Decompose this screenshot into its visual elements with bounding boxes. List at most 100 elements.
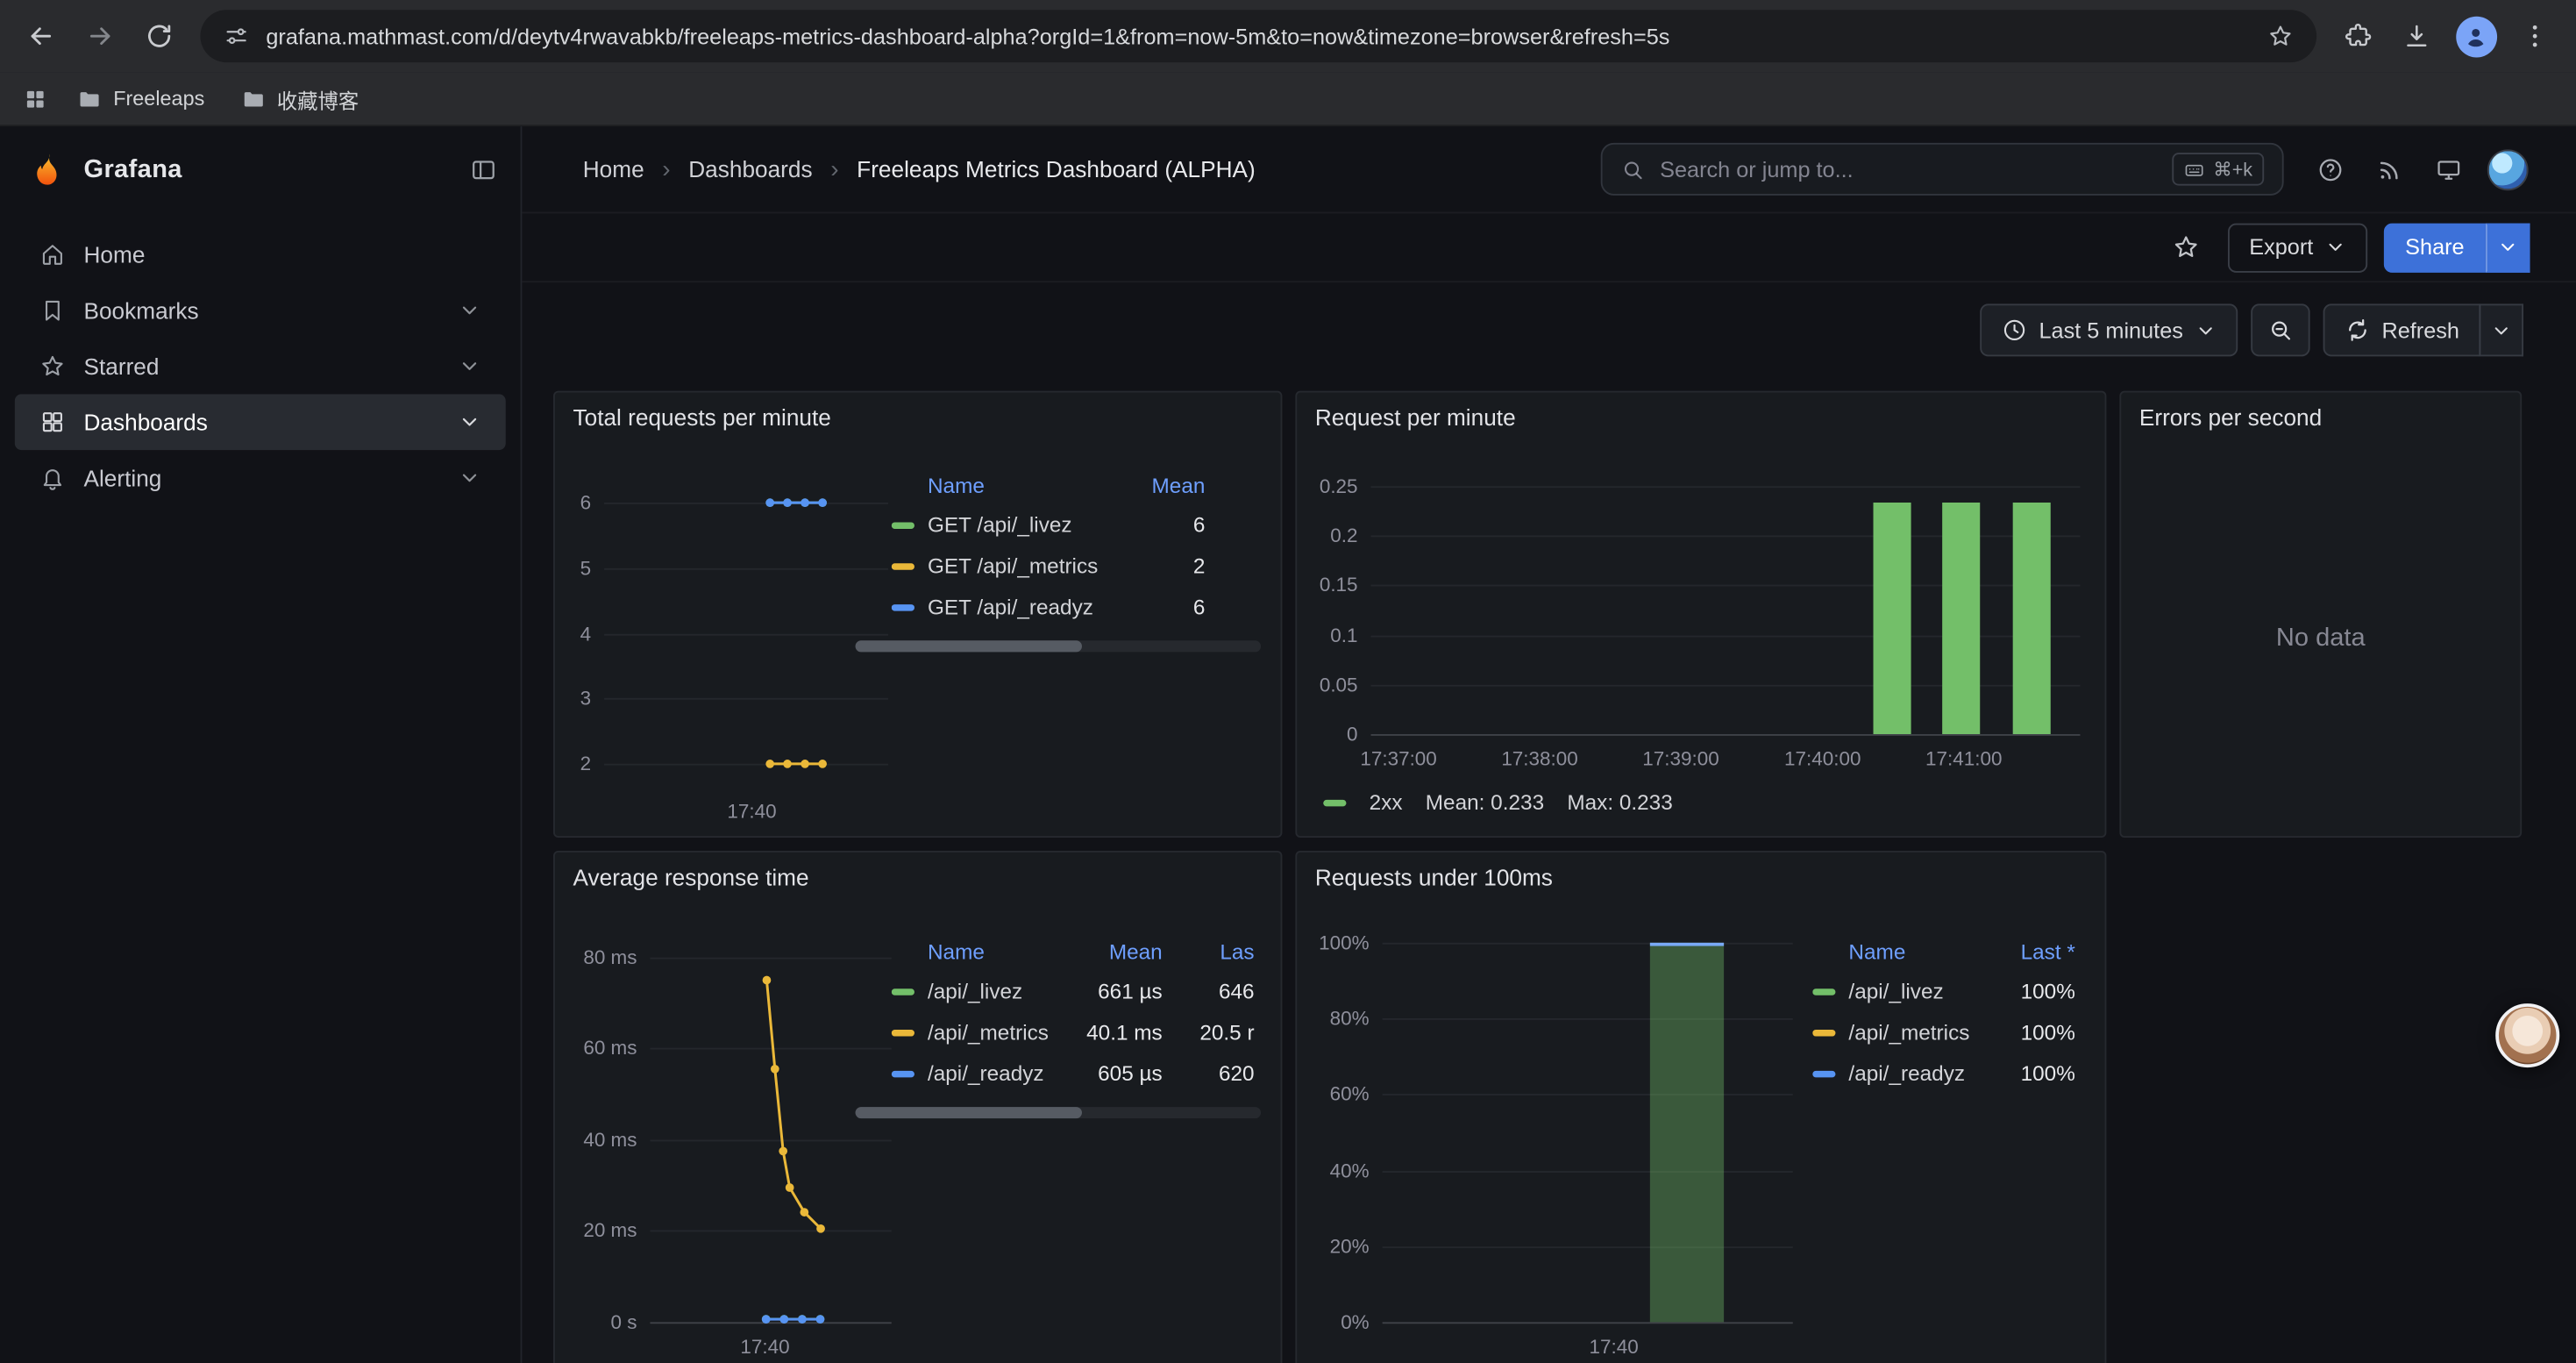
back-button[interactable]: [13, 8, 69, 64]
zoom-out-button[interactable]: [2251, 303, 2309, 356]
legend-series-name[interactable]: GET /api/_readyz: [892, 595, 1110, 619]
scrollbar-thumb[interactable]: [856, 1107, 1083, 1118]
legend-row[interactable]: /api/_metrics40.1 ms20.5 r: [892, 1011, 1255, 1053]
legend-max: Max: 0.233: [1567, 790, 1672, 815]
address-bar[interactable]: grafana.mathmast.com/d/deytv4rwavabkb/fr…: [200, 10, 2316, 62]
sidebar-toggle-icon[interactable]: [470, 156, 498, 184]
sidebar-item-dashboards[interactable]: Dashboards: [15, 394, 506, 450]
sidebar-item-alerting[interactable]: Alerting: [15, 450, 506, 506]
panel-title[interactable]: Total requests per minute: [573, 404, 1263, 431]
panel-title[interactable]: Request per minute: [1315, 404, 2087, 431]
x-axis-tick-label: 17:39:00: [1607, 747, 1755, 770]
legend-row[interactable]: /api/_metrics100%: [1812, 1011, 2078, 1053]
bookmark-item[interactable]: 收藏博客: [240, 83, 359, 115]
legend-column-header[interactable]: Name: [892, 938, 1061, 963]
legend-row[interactable]: /api/_livez661 µs646: [892, 971, 1255, 1012]
scrollbar-thumb[interactable]: [856, 640, 1083, 652]
legend-series-name[interactable]: /api/_livez: [1812, 979, 1970, 1003]
refresh-interval-button[interactable]: [2479, 303, 2523, 356]
favorite-star-icon[interactable]: [2162, 223, 2211, 272]
legend-row[interactable]: /api/_readyz605 µs620: [892, 1053, 1255, 1094]
panel-title[interactable]: Requests under 100ms: [1315, 864, 2087, 890]
legend-scrollbar[interactable]: [856, 1107, 1262, 1118]
legend-series-name[interactable]: /api/_readyz: [1812, 1061, 1970, 1086]
legend[interactable]: 2xx Mean: 0.233 Max: 0.233: [1323, 790, 1673, 815]
breadcrumb-item[interactable]: Freeleaps Metrics Dashboard (ALPHA): [857, 156, 1256, 182]
legend-column-header[interactable]: Last *: [1970, 938, 2075, 963]
legend-scrollbar[interactable]: [856, 640, 1262, 652]
series-lines: [604, 488, 888, 787]
user-avatar[interactable]: [2482, 145, 2531, 194]
legend-series-name[interactable]: /api/_readyz: [892, 1061, 1061, 1086]
export-button[interactable]: Export: [2228, 223, 2367, 272]
profile-avatar[interactable]: [2448, 8, 2504, 64]
browser-menu-icon[interactable]: [2507, 8, 2563, 64]
share-menu-button[interactable]: [2486, 223, 2530, 272]
legend-column-header[interactable]: Name: [1812, 938, 1970, 963]
folder-icon: [77, 86, 102, 111]
extensions-icon[interactable]: [2330, 8, 2386, 64]
breadcrumb-item[interactable]: Dashboards: [688, 156, 812, 182]
legend-row[interactable]: GET /api/_readyz6: [892, 586, 1255, 627]
breadcrumb-separator: ›: [830, 155, 838, 183]
bar: [2013, 503, 2051, 733]
legend-header-row: NameMeanLas: [892, 931, 1255, 971]
y-axis-tick-label: 0.05: [1297, 673, 1357, 696]
legend-column-header[interactable]: Mean: [1061, 938, 1163, 963]
refresh-button[interactable]: Refresh: [2323, 303, 2480, 356]
legend-column-header[interactable]: Mean: [1110, 472, 1206, 496]
share-button[interactable]: Share: [2384, 223, 2486, 272]
search-shortcut-badge: ⌘+k: [2172, 153, 2264, 185]
sidebar-item-home[interactable]: Home: [15, 226, 506, 282]
legend-series-name[interactable]: /api/_metrics: [892, 1020, 1061, 1045]
news-rss-icon[interactable]: [2364, 145, 2413, 194]
breadcrumb-item[interactable]: Home: [583, 156, 644, 182]
legend-series-name[interactable]: /api/_livez: [892, 979, 1061, 1003]
legend-row[interactable]: GET /api/_livez6: [892, 504, 1255, 546]
search-shortcut: ⌘+k: [2213, 158, 2252, 181]
y-axis-tick-label: 40 ms: [555, 1128, 637, 1151]
display-icon[interactable]: [2423, 145, 2473, 194]
legend-series-name[interactable]: GET /api/_metrics: [892, 553, 1110, 578]
dashboard-canvas: Last 5 minutes Refresh Total requests pe…: [522, 282, 2575, 1363]
grafana-logo[interactable]: [28, 151, 66, 189]
downloads-icon[interactable]: [2388, 8, 2444, 64]
chart-plot[interactable]: [604, 488, 888, 787]
legend-series-name[interactable]: GET /api/_livez: [892, 512, 1110, 537]
chart-plot[interactable]: [1383, 943, 1793, 1323]
apps-grid-icon[interactable]: [23, 86, 47, 111]
panel-title[interactable]: Errors per second: [2139, 404, 2502, 431]
chart-plot[interactable]: [651, 943, 892, 1323]
legend-table: NameMeanGET /api/_livez6GET /api/_metric…: [892, 465, 1255, 627]
search-input[interactable]: Search or jump to... ⌘+k: [1601, 143, 2284, 196]
url-text[interactable]: grafana.mathmast.com/d/deytv4rwavabkb/fr…: [266, 24, 2251, 48]
reload-button[interactable]: [132, 8, 188, 64]
bookmark-star-icon[interactable]: [2267, 23, 2294, 49]
legend-row[interactable]: /api/_readyz100%: [1812, 1053, 2078, 1094]
sidebar-item-label: Starred: [83, 353, 159, 380]
time-range-picker[interactable]: Last 5 minutes: [1980, 303, 2238, 356]
panel-title[interactable]: Average response time: [573, 864, 1263, 890]
sidebar-item-label: Bookmarks: [83, 297, 198, 324]
legend-value: 646: [1163, 979, 1255, 1003]
breadcrumb-separator: ›: [662, 155, 670, 183]
series-color-dash: [892, 1029, 914, 1035]
x-axis-tick-label: 17:38:00: [1466, 747, 1614, 770]
y-axis-tick-label: 0%: [1297, 1310, 1369, 1333]
legend-row[interactable]: GET /api/_metrics2: [892, 546, 1255, 587]
bookmark-item[interactable]: Freeleaps: [77, 83, 204, 115]
forward-button[interactable]: [72, 8, 128, 64]
legend-column-header[interactable]: Las: [1163, 938, 1255, 963]
legend-row[interactable]: /api/_livez100%: [1812, 971, 2078, 1012]
legend-series-label[interactable]: 2xx: [1370, 790, 1403, 815]
sidebar-item-bookmarks[interactable]: Bookmarks: [15, 282, 506, 339]
site-settings-icon[interactable]: [224, 23, 250, 49]
floating-assistant-avatar[interactable]: [2495, 1003, 2559, 1067]
sidebar-item-starred[interactable]: Starred: [15, 339, 506, 395]
help-icon[interactable]: [2305, 145, 2354, 194]
panel-errors-per-second: Errors per second No data: [2119, 391, 2522, 838]
chart-plot[interactable]: [1371, 475, 2081, 734]
legend-column-header[interactable]: Name: [892, 472, 1110, 496]
y-axis-tick-label: 0.2: [1297, 525, 1357, 547]
legend-series-name[interactable]: /api/_metrics: [1812, 1020, 1970, 1045]
